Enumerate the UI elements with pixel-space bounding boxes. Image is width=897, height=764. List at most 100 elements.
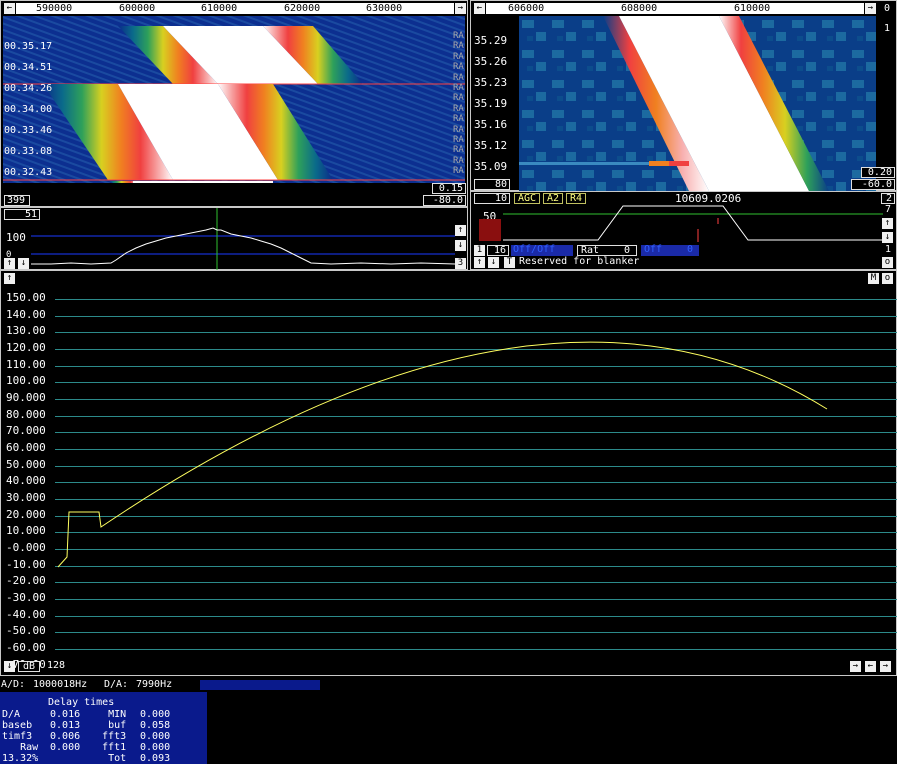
- time-label: 00.34.26: [4, 83, 53, 94]
- control-right-box[interactable]: o: [882, 257, 893, 268]
- main-control-window: 10 AGC A2 R4 10609.0206 2 7 50 ↑ ↓ 1 16 …: [470, 191, 897, 270]
- agc-button[interactable]: AGC: [514, 193, 540, 204]
- spectrum-num-box[interactable]: 3: [455, 258, 466, 269]
- spectrum-up-button[interactable]: ↑: [455, 225, 466, 236]
- freq-label: 608000: [621, 3, 658, 14]
- baseband-right-button[interactable]: →: [850, 661, 861, 672]
- edge-mark: RA: [453, 62, 464, 73]
- baseband-right2-button[interactable]: →: [880, 661, 891, 672]
- freq-label: 610000: [201, 3, 238, 14]
- indicator-7: 7: [885, 204, 892, 215]
- off-off-button[interactable]: Off/Off: [511, 245, 573, 256]
- baseband-curve[interactable]: [1, 271, 897, 677]
- cell: 0.006: [50, 731, 81, 742]
- wf-right-scroll-right-button[interactable]: →: [865, 3, 876, 14]
- control-left-up-button[interactable]: ↑: [474, 257, 485, 268]
- cell: timf3: [2, 731, 33, 742]
- da-label: D/A:: [104, 679, 129, 690]
- time-label: 35.16: [474, 118, 508, 131]
- r4-button[interactable]: R4: [566, 193, 586, 204]
- edge-mark: RA: [453, 72, 464, 83]
- wf-left-edge-marks: RA RA RA RA RA RA RA RA RA RA RA RA RA R…: [453, 31, 467, 181]
- table-row: timf3 0.006 fft3 0.000: [0, 731, 172, 742]
- edge-mark: RA: [453, 83, 464, 94]
- t-button[interactable]: T: [504, 257, 515, 268]
- time-label: 35.26: [474, 55, 508, 68]
- time-label: 00.34.00: [4, 104, 53, 115]
- rat-box[interactable]: Rat 0: [577, 245, 637, 256]
- edge-mark: RA: [453, 155, 464, 166]
- table-row: Raw 0.000 fft1 0.000: [0, 742, 172, 753]
- baseband-down-button[interactable]: ↓: [4, 661, 15, 672]
- wf-right-indicator-0: 0: [884, 3, 891, 14]
- spectrum-scale-100: 100: [6, 231, 26, 244]
- cell: 0.093: [140, 753, 171, 764]
- mode-box[interactable]: 2: [881, 193, 895, 204]
- cell: buf: [108, 720, 127, 731]
- spectrum-down-button[interactable]: ↓: [455, 240, 466, 251]
- spectrum-left-up-button[interactable]: ↑: [4, 258, 15, 269]
- off-label: Off: [644, 244, 663, 255]
- cell: 0.016: [50, 709, 81, 720]
- cell: fft1: [102, 742, 127, 753]
- rat-value: 0: [623, 245, 630, 256]
- edge-mark: RA: [453, 114, 464, 125]
- wf-right-indicator-1: 1: [884, 23, 891, 34]
- bandwidth-box[interactable]: 10: [474, 193, 510, 204]
- wf-left-zero-box[interactable]: -80.0: [423, 195, 466, 206]
- wf-left-avg-box[interactable]: 399: [4, 195, 30, 206]
- cell: MIN: [108, 709, 127, 720]
- a2-button[interactable]: A2: [543, 193, 563, 204]
- wf-right-time-labels: 35.29 35.26 35.23 35.19 35.16 35.12 35.0…: [474, 34, 518, 174]
- ad-value: 1000018Hz: [33, 679, 88, 690]
- edge-mark: RA: [453, 41, 464, 52]
- cell: 13.32%: [2, 753, 39, 764]
- wf-left-gain-box[interactable]: 0.15: [432, 183, 466, 194]
- delay-table: D/A 0.016 MIN 0.000 baseb 0.013 buf 0.05…: [0, 709, 172, 764]
- time-label: 35.19: [474, 97, 508, 110]
- delay-title: Delay times: [48, 697, 115, 708]
- off-box[interactable]: Off 0: [641, 245, 699, 256]
- wf-right-scroll-left-button[interactable]: ←: [474, 3, 485, 14]
- edge-mark: RA: [453, 93, 464, 104]
- coherent-box[interactable]: 16: [487, 245, 509, 256]
- spectrum-left-down-button[interactable]: ↓: [18, 258, 29, 269]
- wf-right-gain-box[interactable]: 0.20: [861, 167, 895, 178]
- time-label: 35.09: [474, 160, 508, 173]
- db-button[interactable]: dB: [18, 661, 40, 672]
- wf-left-scroll-right-button[interactable]: →: [455, 3, 466, 14]
- baseband-value-128: 128: [47, 660, 66, 671]
- cell: 0.058: [140, 720, 171, 731]
- filter-shape-plot[interactable]: [503, 204, 883, 244]
- control-left-down-button[interactable]: ↓: [488, 257, 499, 268]
- indicator-1: 1: [885, 244, 892, 255]
- edge-mark: RA: [453, 166, 464, 177]
- baseband-window: ↑ M o 150.00 140.00 130.00 120.00 110.00…: [0, 270, 897, 676]
- spectrum-plot[interactable]: [31, 208, 455, 270]
- wf-left-scroll-left-button[interactable]: ←: [4, 3, 15, 14]
- cell: 0.000: [140, 731, 171, 742]
- cell: [40, 753, 82, 764]
- wf-right-zero-box[interactable]: -60.0: [851, 179, 895, 190]
- s-meter-bar: [479, 219, 501, 241]
- control-up-button[interactable]: ↑: [882, 218, 893, 229]
- freq-label: 600000: [119, 3, 156, 14]
- wf-right-avg-box[interactable]: 80: [474, 179, 510, 190]
- wf-right-waterfall-image[interactable]: [519, 16, 876, 191]
- freq-label: 620000: [284, 3, 321, 14]
- off-value: 0: [686, 244, 693, 255]
- edge-mark: RA: [453, 135, 464, 146]
- time-label: 35.23: [474, 76, 508, 89]
- fft-box[interactable]: 1: [474, 245, 485, 256]
- time-label: 00.34.51: [4, 62, 53, 73]
- cell: fft3: [102, 731, 127, 742]
- wide-waterfall-window: ← 590000 600000 610000 620000 630000 → 0…: [0, 0, 468, 207]
- cell: 0.000: [140, 709, 171, 720]
- status-line: A/D: 1000018Hz D/A: 7990Hz: [0, 679, 320, 691]
- control-down-button[interactable]: ↓: [882, 232, 893, 243]
- freq-label: 610000: [734, 3, 771, 14]
- edge-mark: RA: [453, 145, 464, 156]
- baseband-left-button[interactable]: ←: [865, 661, 876, 672]
- rat-label: Rat: [581, 245, 600, 256]
- time-label: 00.33.08: [4, 146, 53, 157]
